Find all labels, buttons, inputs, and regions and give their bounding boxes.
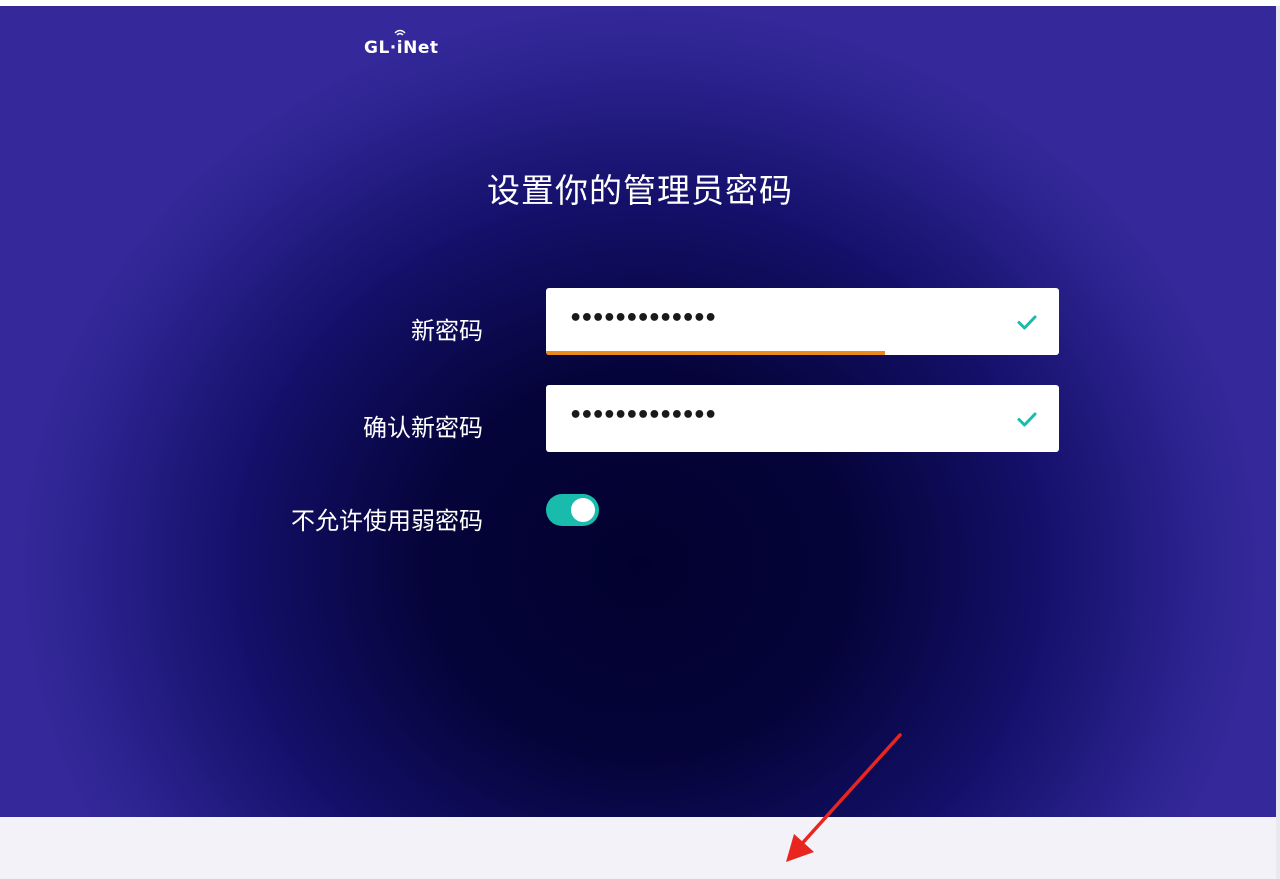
gl-inet-logo: GL · iNet xyxy=(364,29,439,58)
red-arrow-icon xyxy=(786,733,902,862)
logo-dot: · xyxy=(389,38,397,58)
check-icon xyxy=(1017,315,1037,330)
toggle-knob xyxy=(571,498,595,522)
disallow-weak-password-toggle[interactable] xyxy=(546,494,599,526)
new-password-input[interactable]: ••••••••••••• xyxy=(546,288,1059,355)
setup-panel: GL · iNet 设置你的管理员密码 新密码 ••••••••••••• 确认… xyxy=(0,6,1276,817)
footer-bar xyxy=(0,817,1276,879)
wifi-icon xyxy=(394,29,406,36)
check-icon xyxy=(1017,412,1037,427)
password-strength-bar xyxy=(546,351,885,355)
confirm-password-label: 确认新密码 xyxy=(363,414,483,442)
logo-text-left: GL xyxy=(364,38,390,58)
new-password-label: 新密码 xyxy=(411,317,483,345)
page: GL · iNet 设置你的管理员密码 新密码 ••••••••••••• 确认… xyxy=(0,0,1280,879)
disallow-weak-password-label: 不允许使用弱密码 xyxy=(291,507,483,535)
confirm-password-input[interactable]: ••••••••••••• xyxy=(546,385,1059,452)
confirm-password-value: ••••••••••••• xyxy=(569,403,717,428)
logo-text-right-wrap: iNet xyxy=(394,29,439,58)
logo-text-right: iNet xyxy=(396,38,439,58)
window-edge xyxy=(1276,6,1280,879)
new-password-value: ••••••••••••• xyxy=(569,306,717,331)
page-title: 设置你的管理员密码 xyxy=(487,171,793,210)
